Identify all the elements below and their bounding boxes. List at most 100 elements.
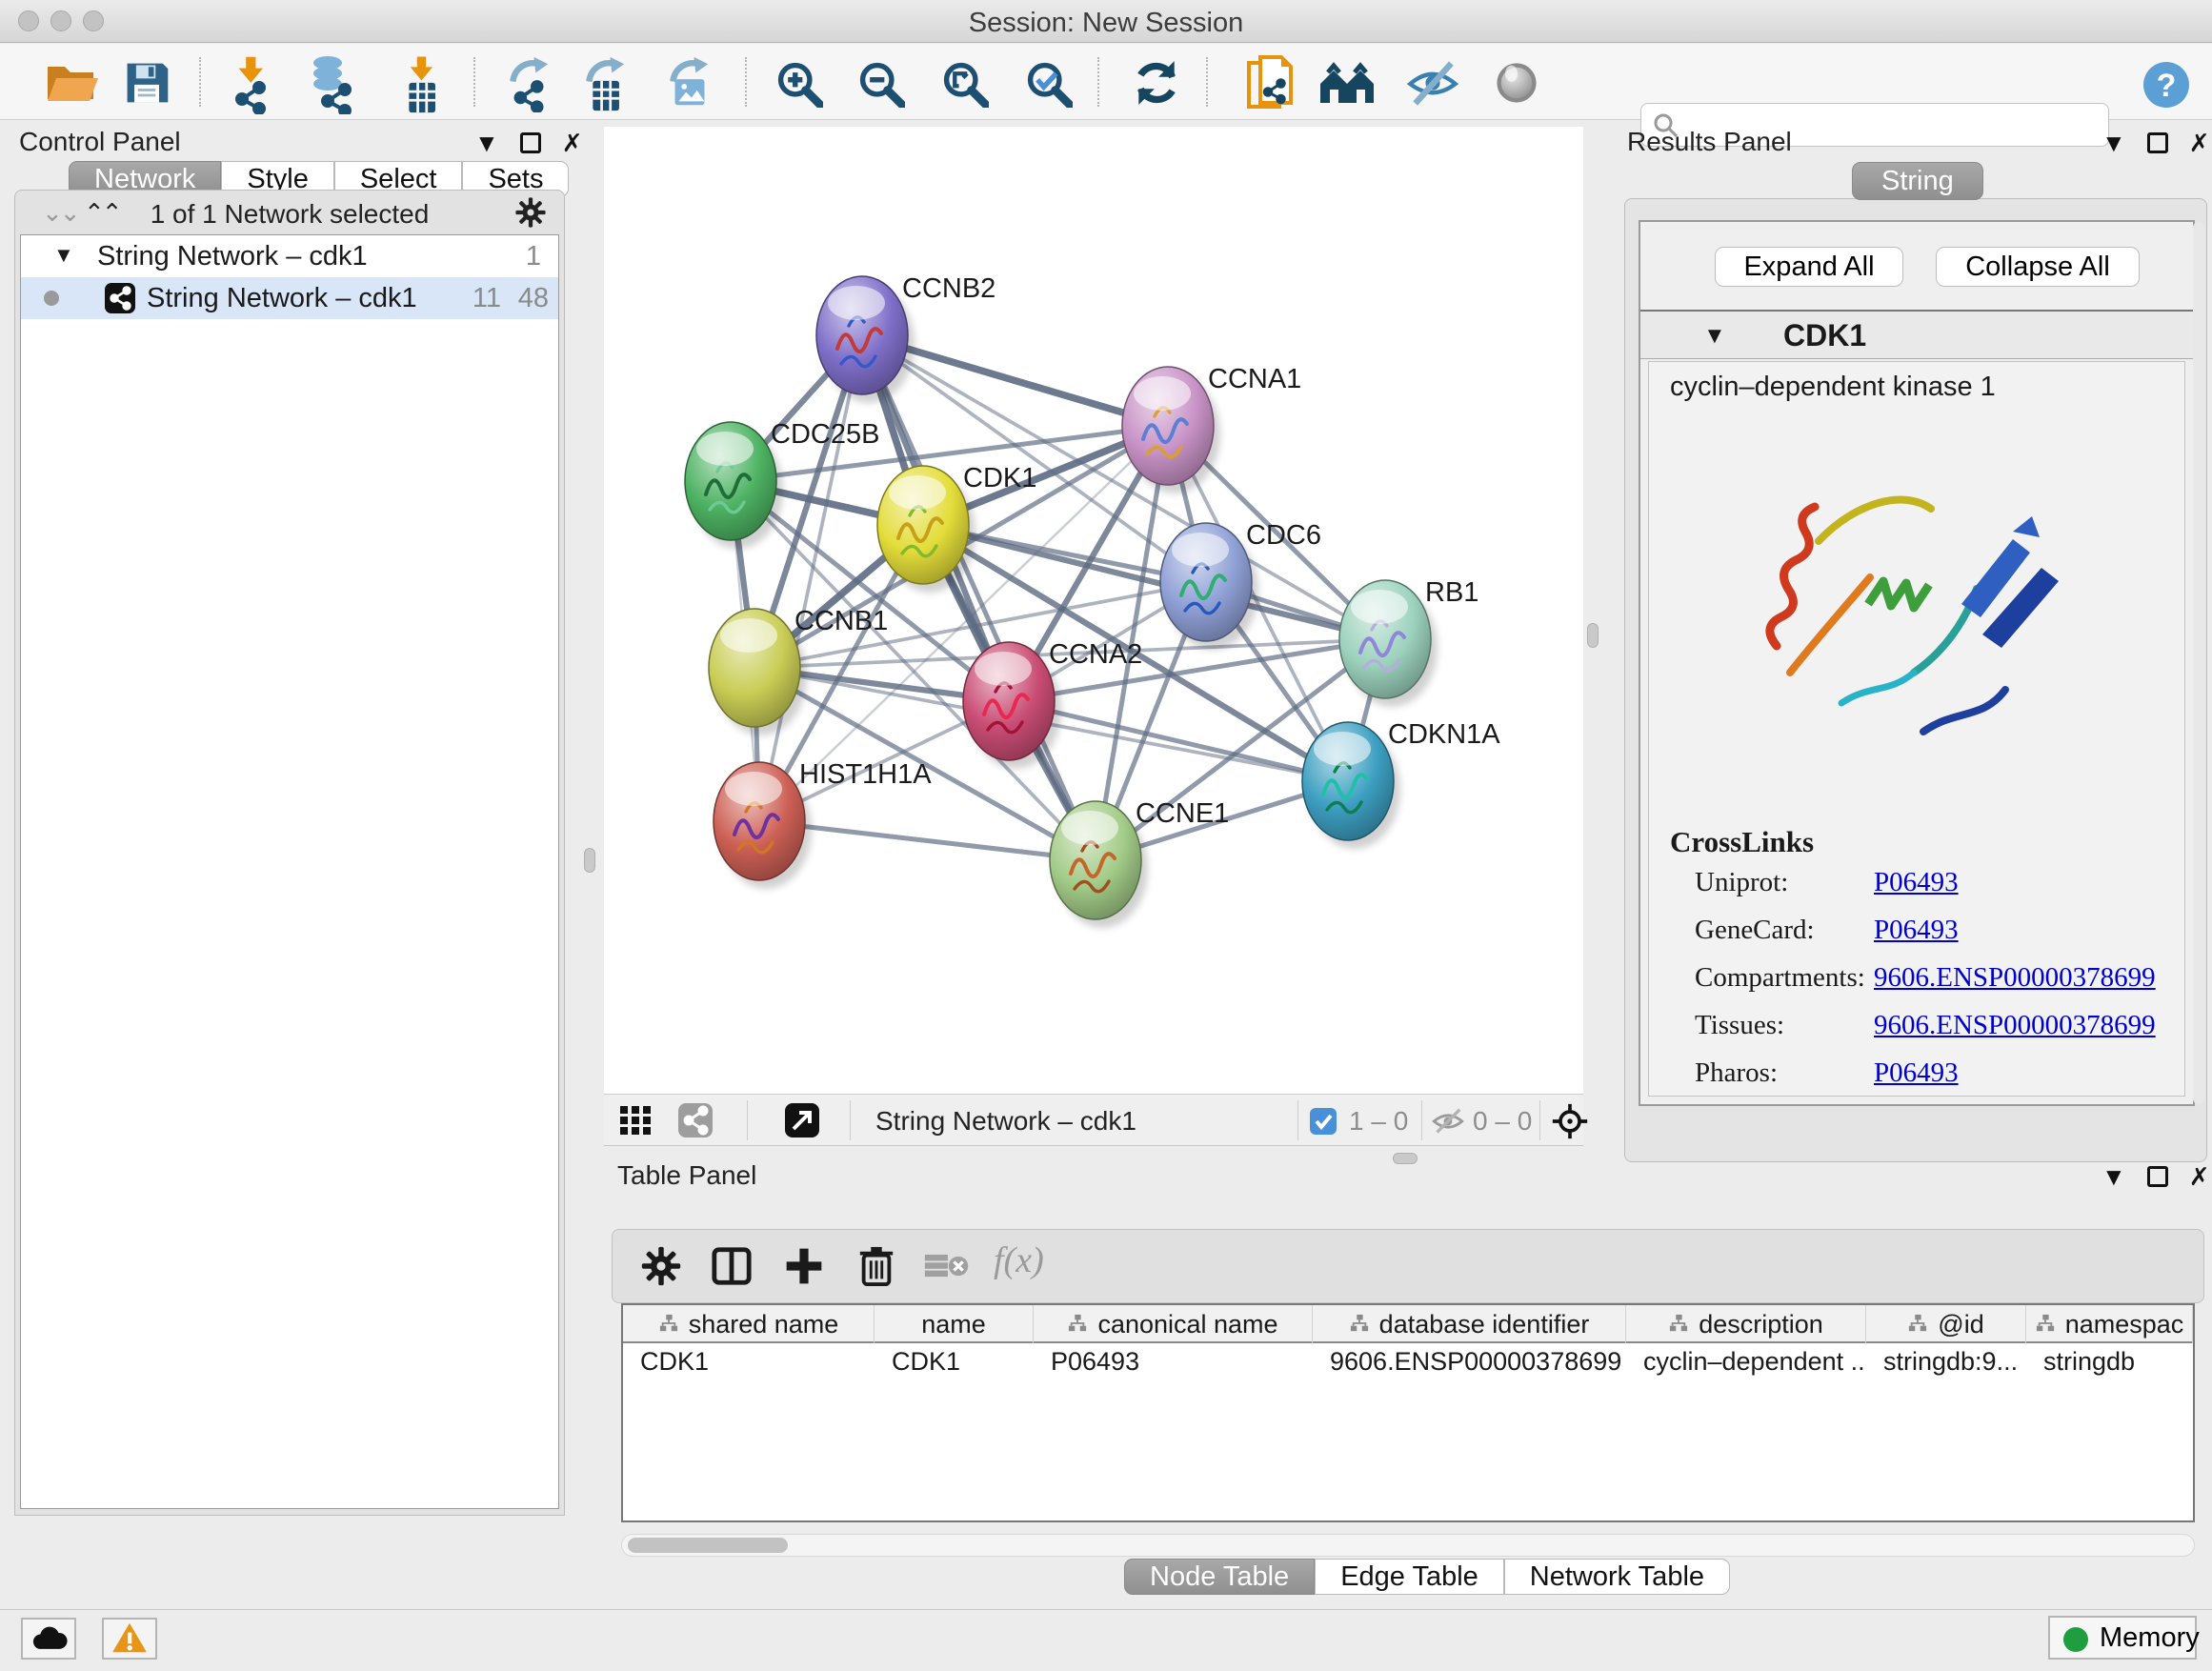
- gene-section-header[interactable]: ▼ CDK1: [1640, 310, 2193, 359]
- save-session-button[interactable]: [112, 55, 181, 111]
- network-node-RB1[interactable]: [1339, 580, 1438, 707]
- column-header-canonicalname[interactable]: canonical name: [1034, 1305, 1313, 1343]
- first-neighbors-button[interactable]: [1313, 55, 1381, 111]
- zoom-selected-button[interactable]: [1014, 55, 1082, 111]
- network-node-CCNB1[interactable]: [709, 609, 807, 735]
- network-row[interactable]: String Network – cdk1 11 48: [21, 277, 558, 319]
- left-splitter-handle[interactable]: [584, 848, 595, 873]
- network-node-CDC6[interactable]: [1160, 523, 1258, 650]
- table-cell[interactable]: stringdb: [2026, 1347, 2193, 1385]
- import-network-database-button[interactable]: [295, 55, 364, 111]
- results-tab-string[interactable]: String: [1852, 162, 1983, 200]
- column-header-label: description: [1699, 1310, 1823, 1339]
- network-canvas[interactable]: CCNB2CCNA1CDC25BCDK1CDC6RB1CCNB1CCNA2CDK…: [604, 127, 1583, 1094]
- import-table-button[interactable]: [389, 55, 457, 111]
- network-node-CDKN1A[interactable]: [1302, 722, 1400, 849]
- results-scrollbar[interactable]: [2193, 222, 2204, 1104]
- zoom-in-icon: [774, 58, 823, 108]
- crosslink-row: GeneCard:P06493: [1695, 915, 2171, 946]
- open-in-new-window-icon[interactable]: [783, 1101, 821, 1139]
- refresh-button[interactable]: [1122, 55, 1191, 111]
- network-options-gear-icon[interactable]: [514, 196, 547, 229]
- svg-text:?: ?: [2157, 68, 2177, 104]
- panel-collapse-icon[interactable]: ▼: [474, 131, 499, 155]
- table-cell[interactable]: P06493: [1034, 1347, 1313, 1385]
- table-cell[interactable]: stringdb:9...: [1866, 1347, 2026, 1385]
- crosslink-value-link[interactable]: P06493: [1874, 915, 1959, 946]
- zoom-out-button[interactable]: [846, 55, 915, 111]
- birds-eye-grid-icon[interactable]: [617, 1101, 655, 1139]
- node-label-CCNB1: CCNB1: [794, 606, 888, 636]
- section-collapse-icon[interactable]: ▼: [1703, 323, 1726, 350]
- node-table[interactable]: shared namenamecanonical namedatabase id…: [621, 1303, 2195, 1522]
- table-cell[interactable]: 9606.ENSP00000378699: [1313, 1347, 1626, 1385]
- network-node-CCNB2[interactable]: [816, 276, 915, 403]
- table-cell[interactable]: CDK1: [875, 1347, 1034, 1385]
- column-type-icon: [658, 1310, 679, 1339]
- network-node-CDK1[interactable]: [877, 466, 975, 593]
- netbar-separator: [850, 1100, 851, 1140]
- show-columns-button[interactable]: [704, 1241, 759, 1293]
- panel-close-icon[interactable]: ✗: [2189, 1164, 2210, 1189]
- export-image-button[interactable]: [655, 55, 724, 111]
- tab-network-table[interactable]: Network Table: [1504, 1559, 1730, 1595]
- panel-float-icon[interactable]: [2147, 132, 2168, 153]
- show-all-button[interactable]: [1482, 55, 1551, 111]
- collection-expand-icon[interactable]: ▼: [53, 243, 74, 268]
- export-table-button[interactable]: [572, 55, 640, 111]
- export-network-button[interactable]: [495, 55, 564, 111]
- network-node-CCNE1[interactable]: [1050, 801, 1148, 928]
- network-graph[interactable]: CCNB2CCNA1CDC25BCDK1CDC6RB1CCNB1CCNA2CDK…: [604, 127, 1583, 1094]
- network-node-HIST1H1A[interactable]: [714, 762, 812, 889]
- zoom-in-button[interactable]: [764, 55, 833, 111]
- selected-checkbox-icon[interactable]: [1309, 1107, 1337, 1136]
- crosslink-value-link[interactable]: 9606.ENSP00000378699: [1874, 1010, 2156, 1041]
- node-label-CDC6: CDC6: [1246, 520, 1321, 551]
- memory-button[interactable]: Memory: [2048, 1616, 2197, 1660]
- network-node-CCNA2[interactable]: [963, 642, 1061, 769]
- column-header-databaseidentifier[interactable]: database identifier: [1313, 1305, 1626, 1343]
- warning-button[interactable]: [102, 1618, 157, 1660]
- crosslink-value-link[interactable]: 9606.ENSP00000378699: [1874, 962, 2156, 994]
- network-edge[interactable]: [759, 335, 862, 821]
- crosslink-value-link[interactable]: P06493: [1874, 1057, 1959, 1089]
- hide-selected-button[interactable]: [1398, 55, 1467, 111]
- network-share-icon[interactable]: [676, 1101, 714, 1139]
- function-builder-button[interactable]: f(x): [994, 1239, 1044, 1281]
- crosslink-row: Compartments:9606.ENSP00000378699: [1695, 962, 2171, 994]
- gene-description: cyclin–dependent kinase 1: [1670, 372, 1996, 403]
- table-cell[interactable]: cyclin–dependent ...: [1626, 1347, 1866, 1385]
- create-column-button[interactable]: [776, 1241, 832, 1293]
- delete-column-button[interactable]: [849, 1241, 904, 1293]
- column-header-namespac[interactable]: namespac: [2026, 1305, 2193, 1343]
- fit-content-crosshair-icon[interactable]: [1551, 1102, 1589, 1140]
- panel-close-icon[interactable]: ✗: [2189, 131, 2210, 155]
- network-collection-row[interactable]: ▼ String Network – cdk1 1: [21, 235, 558, 277]
- import-network-file-button[interactable]: [217, 55, 286, 111]
- column-header-description[interactable]: description: [1626, 1305, 1866, 1343]
- panel-close-icon[interactable]: ✗: [562, 131, 583, 155]
- column-header-sharedname[interactable]: shared name: [623, 1305, 875, 1343]
- delete-table-button[interactable]: [919, 1241, 975, 1293]
- tab-edge-table[interactable]: Edge Table: [1315, 1559, 1504, 1595]
- zoom-fit-button[interactable]: [930, 55, 998, 111]
- tab-node-table[interactable]: Node Table: [1124, 1559, 1315, 1595]
- right-splitter-handle[interactable]: [1587, 623, 1599, 648]
- cloud-button[interactable]: [21, 1618, 76, 1660]
- table-cell[interactable]: CDK1: [623, 1347, 875, 1385]
- string-import-button[interactable]: [1235, 55, 1303, 111]
- column-header-name[interactable]: name: [875, 1305, 1034, 1343]
- panel-float-icon[interactable]: [520, 132, 541, 153]
- expand-all-button[interactable]: Expand All: [1715, 247, 1903, 287]
- hidden-eye-icon: [1431, 1106, 1465, 1137]
- table-settings-button[interactable]: [633, 1241, 689, 1293]
- panel-collapse-icon[interactable]: ▼: [2101, 131, 2126, 155]
- panel-collapse-icon[interactable]: ▼: [2101, 1164, 2126, 1189]
- column-header-id[interactable]: @id: [1866, 1305, 2026, 1343]
- help-button[interactable]: ?: [2140, 57, 2193, 112]
- collapse-all-button[interactable]: Collapse All: [1936, 247, 2140, 287]
- open-session-button[interactable]: [38, 55, 107, 111]
- panel-float-icon[interactable]: [2147, 1166, 2168, 1187]
- table-horizontal-scrollbar[interactable]: [621, 1534, 2195, 1557]
- crosslink-value-link[interactable]: P06493: [1874, 867, 1959, 898]
